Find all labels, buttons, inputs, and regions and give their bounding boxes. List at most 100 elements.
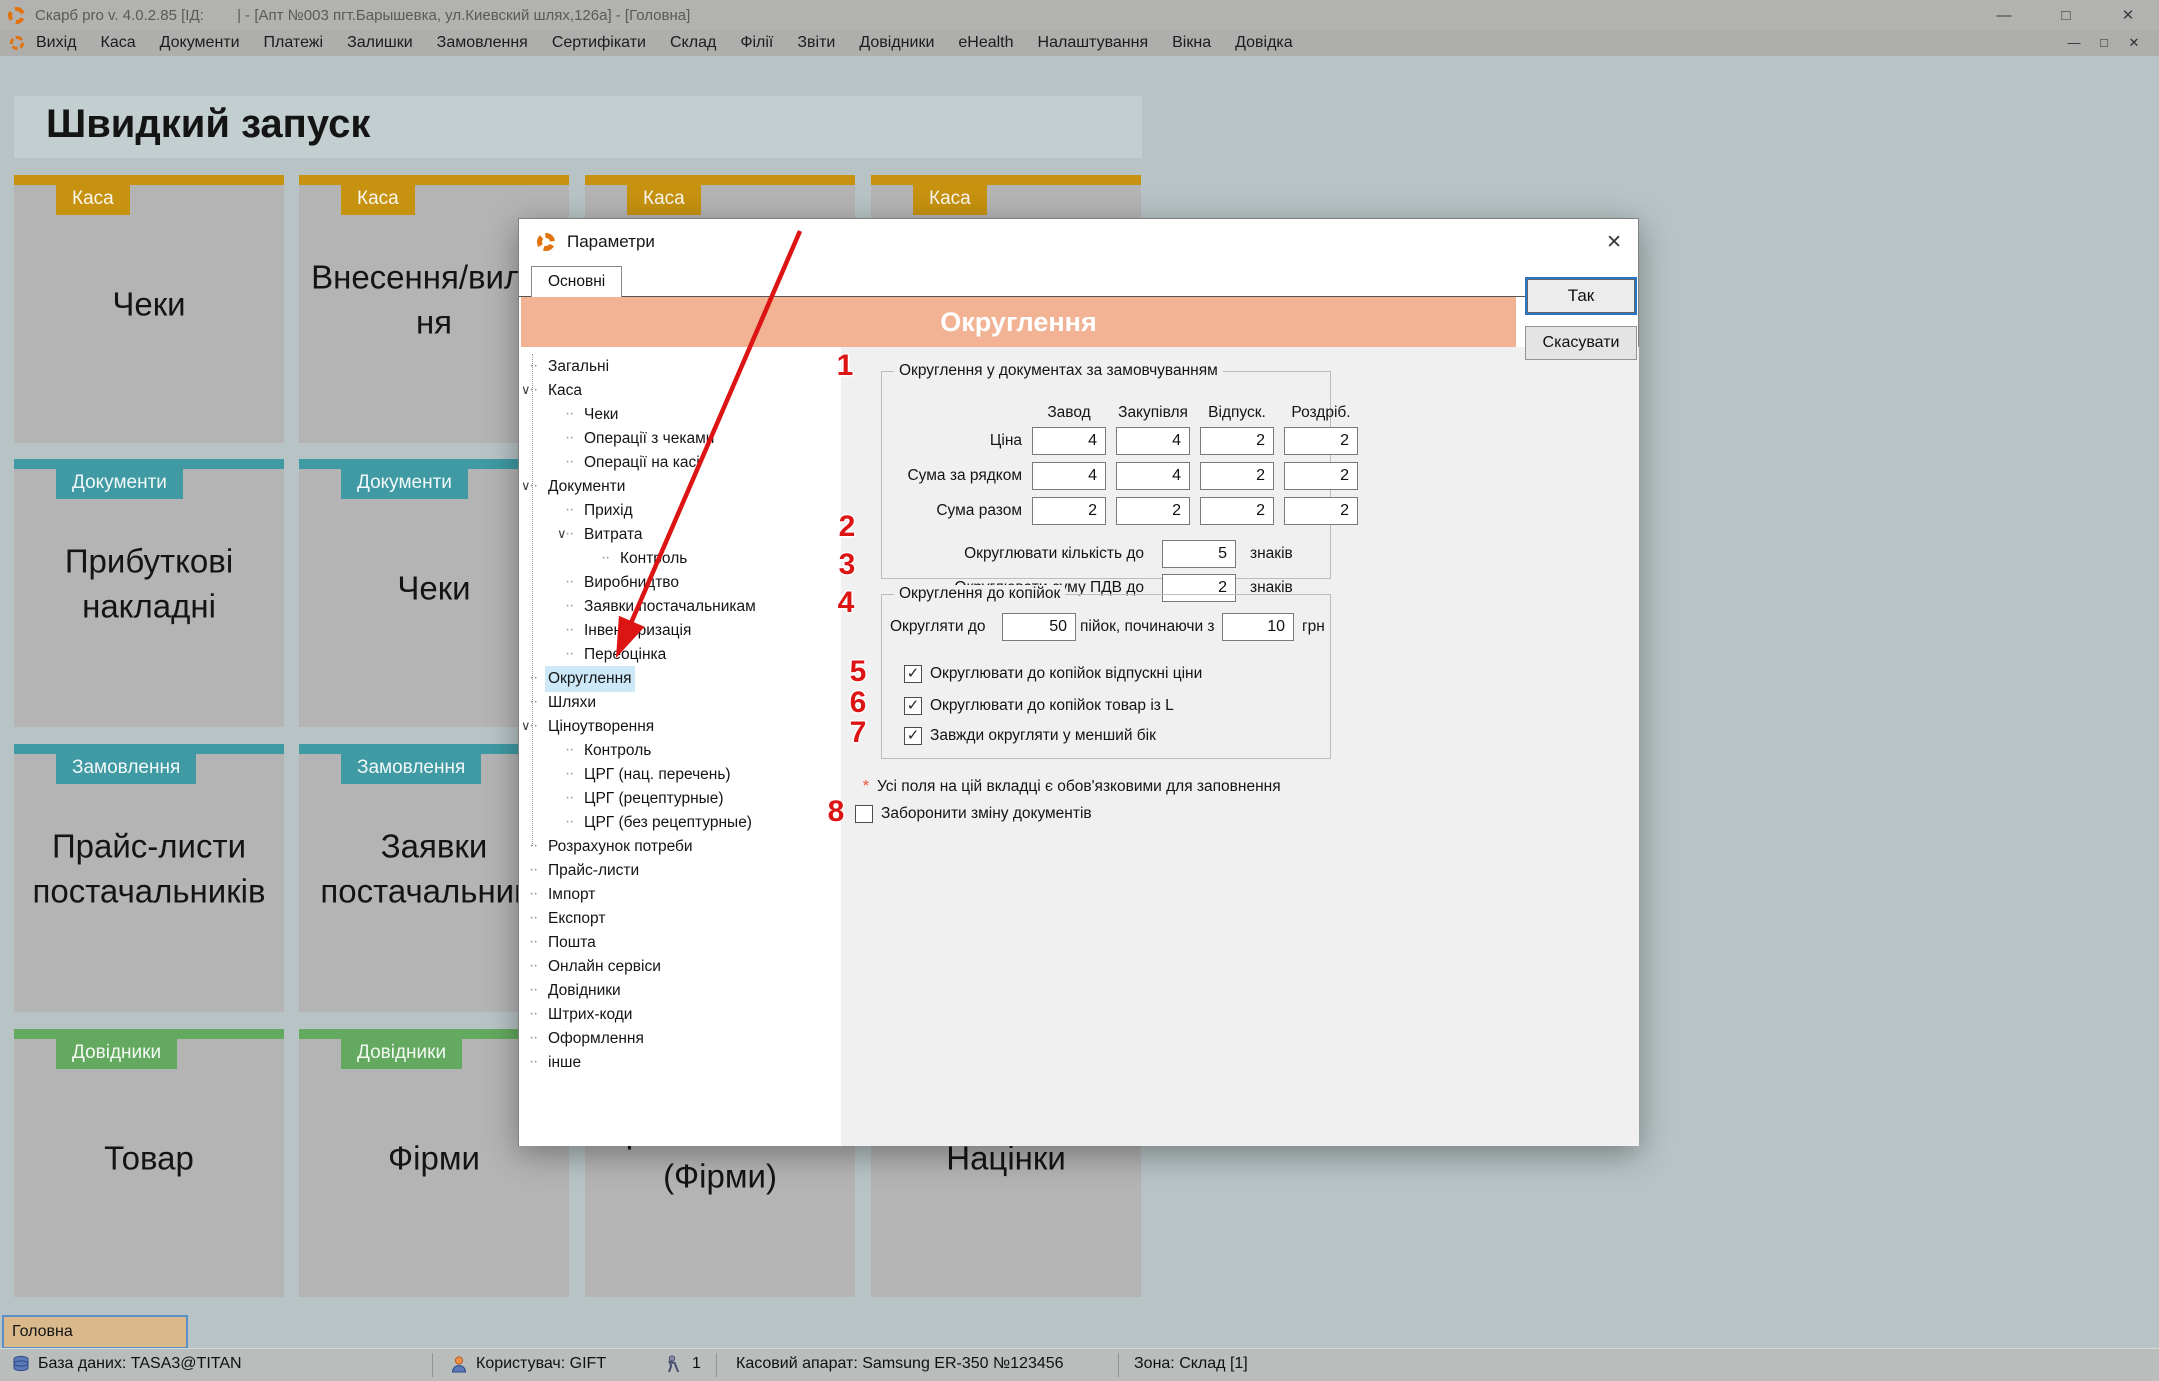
tree-item-1[interactable]: ∨··Каса — [519, 378, 841, 402]
round-from-input[interactable] — [1222, 613, 1294, 641]
menu-item-9[interactable]: Звіти — [785, 34, 847, 52]
kopiyky-checkbox-0[interactable]: ✓ — [904, 665, 922, 683]
menu-item-14[interactable]: Довідка — [1223, 34, 1305, 52]
kopiyky-checkbox-2[interactable]: ✓ — [904, 727, 922, 745]
tree-guide-dash: ·· — [529, 1050, 537, 1074]
tree-item-label: Операції з чеками — [581, 426, 717, 452]
tree-item-label: Контроль — [581, 738, 654, 764]
tile-3-0[interactable]: ДовідникиТовар — [14, 1029, 284, 1297]
rounding-input-0-0[interactable] — [1032, 427, 1106, 455]
tree-item-2[interactable]: ··Чеки — [519, 402, 841, 426]
rounding-input-0-1[interactable] — [1116, 427, 1190, 455]
tree-item-23[interactable]: ··Експорт — [519, 906, 841, 930]
mdi-child-controls: — □ ✕ — [2059, 35, 2149, 51]
tree-item-18[interactable]: ··ЦРГ (рецептурные) — [519, 786, 841, 810]
status-divider — [1118, 1353, 1119, 1377]
ok-button[interactable]: Так — [1525, 277, 1637, 315]
menu-item-13[interactable]: Вікна — [1160, 34, 1223, 52]
qty-rounding-input[interactable] — [1162, 540, 1236, 568]
tree-item-3[interactable]: ··Операції з чеками — [519, 426, 841, 450]
tree-item-4[interactable]: ··Операції на касі — [519, 450, 841, 474]
menu-item-11[interactable]: eHealth — [946, 34, 1025, 52]
status-cash-register: Касовий апарат: Samsung ER-350 №123456 — [736, 1355, 1064, 1373]
tree-item-11[interactable]: ··Інвентаризація — [519, 618, 841, 642]
minimize-button[interactable]: — — [1973, 0, 2035, 30]
forbid-doc-change-checkbox[interactable] — [855, 805, 873, 823]
rounding-input-1-0[interactable] — [1032, 462, 1106, 490]
rounding-input-0-3[interactable] — [1284, 427, 1358, 455]
tree-item-26[interactable]: ··Довідники — [519, 978, 841, 1002]
tile-label-line: Прайс-листи — [14, 825, 284, 870]
tree-item-label: Експорт — [545, 906, 608, 932]
tile-2-0[interactable]: ЗамовленняПрайс-листипостачальників — [14, 744, 284, 1012]
menu-item-4[interactable]: Залишки — [335, 34, 425, 52]
tree-guide-dash: ·· — [565, 642, 573, 666]
tree-item-15[interactable]: ∨··Ціноутворення — [519, 714, 841, 738]
close-button[interactable]: ✕ — [2097, 0, 2159, 30]
rounding-input-1-1[interactable] — [1116, 462, 1190, 490]
menu-item-7[interactable]: Склад — [658, 34, 728, 52]
tile-1-0[interactable]: ДокументиПрибутковінакладні — [14, 459, 284, 727]
tree-item-6[interactable]: ··Прихід — [519, 498, 841, 522]
rounding-input-2-1[interactable] — [1116, 497, 1190, 525]
tile-category-badge: Довідники — [341, 1039, 462, 1069]
menu-item-10[interactable]: Довідники — [847, 34, 946, 52]
tree-item-label: Загальні — [545, 354, 612, 380]
tree-item-5[interactable]: ∨··Документи — [519, 474, 841, 498]
child-restore-button[interactable]: □ — [2089, 35, 2119, 51]
tree-guide-dash: ·· — [529, 858, 537, 882]
tree-item-label: Довідники — [545, 978, 624, 1004]
grid-column-header: Завод — [1032, 404, 1106, 422]
tree-item-24[interactable]: ··Пошта — [519, 930, 841, 954]
menu-items: ВихідКасаДокументиПлатежіЗалишкиЗамовлен… — [24, 34, 1305, 52]
menu-item-8[interactable]: Філії — [728, 34, 785, 52]
tree-item-0[interactable]: ··Загальні — [519, 354, 841, 378]
cancel-button[interactable]: Скасувати — [1525, 326, 1637, 360]
tree-item-20[interactable]: ··Розрахунок потреби — [519, 834, 841, 858]
menu-item-5[interactable]: Замовлення — [425, 34, 540, 52]
dialog-close-icon[interactable]: ✕ — [1606, 231, 1622, 254]
tree-item-25[interactable]: ··Онлайн сервіси — [519, 954, 841, 978]
tree-item-13[interactable]: ··Округлення — [519, 666, 841, 690]
tab-main[interactable]: Основні — [531, 266, 622, 297]
tree-item-label: ЦРГ (нац. перечень) — [581, 762, 734, 788]
home-tab[interactable]: Головна — [2, 1315, 188, 1349]
page-title: Швидкий запуск — [46, 102, 370, 147]
rounding-input-2-0[interactable] — [1032, 497, 1106, 525]
tree-item-8[interactable]: ··Контроль — [519, 546, 841, 570]
menu-item-2[interactable]: Документи — [148, 34, 252, 52]
tree-item-12[interactable]: ··Переоцінка — [519, 642, 841, 666]
tree-item-19[interactable]: ··ЦРГ (без рецептурные) — [519, 810, 841, 834]
kopiyky-checkbox-1[interactable]: ✓ — [904, 697, 922, 715]
rounding-input-2-2[interactable] — [1200, 497, 1274, 525]
rounding-input-1-3[interactable] — [1284, 462, 1358, 490]
child-minimize-button[interactable]: — — [2059, 35, 2089, 51]
tree-item-28[interactable]: ··Оформлення — [519, 1026, 841, 1050]
rounding-input-2-3[interactable] — [1284, 497, 1358, 525]
menu-item-12[interactable]: Налаштування — [1026, 34, 1161, 52]
tree-item-17[interactable]: ··ЦРГ (нац. перечень) — [519, 762, 841, 786]
menu-item-6[interactable]: Сертифікати — [540, 34, 658, 52]
tree-item-27[interactable]: ··Штрих-коди — [519, 1002, 841, 1026]
tree-item-14[interactable]: ··Шляхи — [519, 690, 841, 714]
tree-item-16[interactable]: ··Контроль — [519, 738, 841, 762]
tree-item-label: Пошта — [545, 930, 599, 956]
tree-item-7[interactable]: ∨··Витрата — [519, 522, 841, 546]
tree-item-10[interactable]: ··Заявки постачальникам — [519, 594, 841, 618]
tile-label: Товар — [14, 1136, 284, 1181]
maximize-button[interactable]: □ — [2035, 0, 2097, 30]
rounding-input-1-2[interactable] — [1200, 462, 1274, 490]
child-close-button[interactable]: ✕ — [2119, 35, 2149, 51]
menu-item-3[interactable]: Платежі — [252, 34, 336, 52]
menu-item-1[interactable]: Каса — [89, 34, 148, 52]
tree-item-9[interactable]: ··Виробництво — [519, 570, 841, 594]
tile-0-0[interactable]: КасаЧеки — [14, 175, 284, 443]
tree-item-21[interactable]: ··Прайс-листи — [519, 858, 841, 882]
tree-item-29[interactable]: ··інше — [519, 1050, 841, 1074]
tree-item-22[interactable]: ··Імпорт — [519, 882, 841, 906]
menu-item-0[interactable]: Вихід — [24, 34, 89, 52]
tree-guide-dash: ·· — [565, 786, 573, 810]
status-divider — [716, 1353, 717, 1377]
round-to-input[interactable] — [1002, 613, 1076, 641]
rounding-input-0-2[interactable] — [1200, 427, 1274, 455]
